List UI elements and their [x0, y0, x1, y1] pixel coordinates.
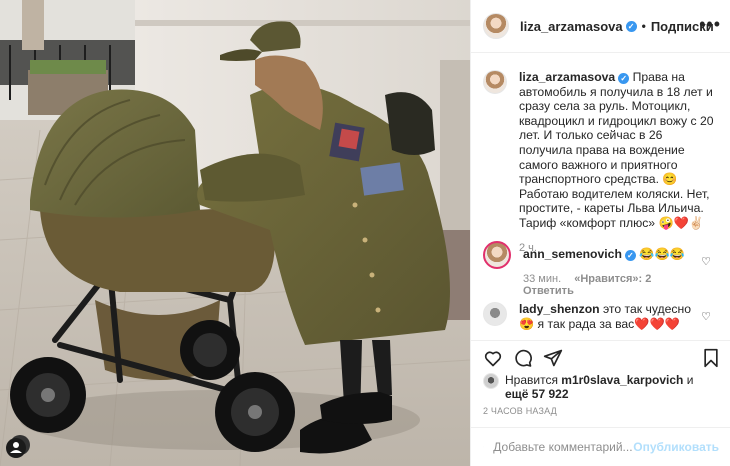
comment-composer: Опубликовать	[471, 427, 730, 466]
comment-text-block: lady_shenzon это так чудесно😍 я так рада…	[519, 302, 699, 331]
publish-button[interactable]: Опубликовать	[633, 440, 719, 454]
comment-row: ann_semenovich ✓ 😂😂😂 33 мин. «Нравится»: …	[483, 241, 719, 297]
likes-prefix: Нравится	[505, 373, 558, 387]
caption: liza_arzamasova ✓ Права на автомобиль я п…	[483, 70, 719, 254]
caption-avatar[interactable]	[483, 70, 507, 94]
comment-likes[interactable]: «Нравится»: 2	[574, 273, 651, 285]
heart-icon[interactable]	[483, 348, 503, 368]
photo-illustration	[0, 0, 470, 466]
likes-count[interactable]: ещё 57 922	[505, 387, 569, 401]
author-username[interactable]: liza_arzamasova	[520, 19, 623, 34]
comment-avatar[interactable]	[483, 241, 511, 269]
likes-text: Нравится m1r0slava_karpovich и ещё 57 92…	[505, 373, 693, 401]
comment-input[interactable]	[493, 440, 634, 454]
comment-time[interactable]: 33 мин.	[523, 273, 561, 285]
comment-avatar[interactable]	[483, 302, 507, 326]
comment-username[interactable]: ann_semenovich	[523, 247, 622, 261]
post-timestamp[interactable]: 2 ЧАСОВ НАЗАД	[483, 406, 557, 416]
separator: •	[641, 19, 646, 33]
verified-badge-icon: ✓	[624, 250, 636, 261]
verified-badge-icon: ✓	[625, 20, 637, 32]
liker-avatar[interactable]	[483, 373, 499, 389]
post-actions	[471, 340, 730, 375]
comment-row: lady_shenzon это так чудесно😍 я так рада…	[483, 302, 719, 331]
post-panel: liza_arzamasova ✓ • Подписки ••• liza_ar…	[470, 0, 730, 466]
liker-username[interactable]: m1r0slava_karpovich	[561, 373, 683, 387]
reply-button[interactable]: Ответить	[523, 285, 574, 297]
caption-text: Права на автомобиль я получила в 18 лет …	[519, 70, 714, 230]
comment-text-block: ann_semenovich ✓ 😂😂😂	[523, 247, 703, 262]
comment-like-heart-icon[interactable]: ♡	[701, 255, 711, 268]
likes-middle: и	[686, 373, 694, 387]
comment-text: 😂😂😂	[639, 247, 685, 261]
more-options-icon[interactable]: •••	[699, 14, 721, 35]
comment-icon[interactable]	[513, 348, 533, 368]
author-avatar[interactable]	[483, 13, 509, 39]
verified-badge-icon: ✓	[618, 73, 630, 84]
likes-summary: Нравится m1r0slava_karpovich и ещё 57 92…	[483, 373, 723, 401]
share-icon[interactable]	[543, 348, 563, 368]
caption-text-block: liza_arzamasova ✓ Права на автомобиль я п…	[519, 70, 719, 231]
comment-username[interactable]: lady_shenzon	[519, 302, 600, 316]
comment-like-heart-icon[interactable]: ♡	[701, 310, 711, 323]
bookmark-icon[interactable]	[701, 348, 721, 368]
comments-list: liza_arzamasova ✓ Права на автомобиль я п…	[471, 54, 730, 340]
post-header: liza_arzamasova ✓ • Подписки •••	[471, 0, 730, 53]
post-photo[interactable]	[0, 0, 470, 466]
comment-meta: 33 мин. «Нравится»: 2 Ответить	[523, 273, 703, 297]
caption-username[interactable]: liza_arzamasova	[519, 70, 615, 84]
